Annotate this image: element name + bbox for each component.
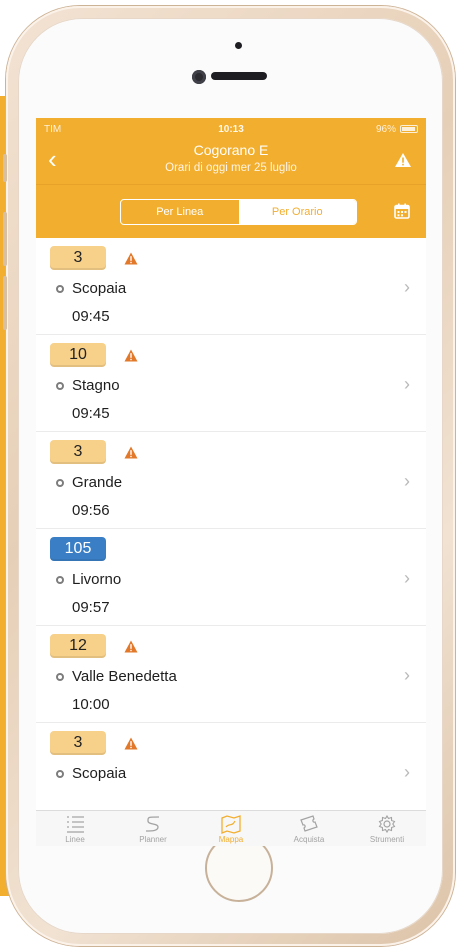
warning-icon [124,446,138,459]
tab-mappa[interactable]: Mappa [192,811,270,846]
departure-row[interactable]: 12 Valle Benedetta 10:00 › [36,626,426,723]
warning-icon[interactable] [394,152,412,168]
earpiece-speaker [211,72,267,80]
mute-switch [3,154,7,182]
status-bar: TIM 10:13 96% [36,118,426,140]
tab-acquista[interactable]: Acquista [270,811,348,846]
front-camera [192,70,206,84]
departure-time: 10:00 [72,696,110,713]
proximity-sensor [235,42,242,49]
line-badge: 10 [50,343,106,367]
departure-row[interactable]: 10 Stagno 09:45 › [36,335,426,432]
tab-label: Strumenti [369,834,405,844]
tab-strumenti[interactable]: Strumenti [348,811,426,846]
destination-label: Scopaia [72,280,127,297]
departure-row[interactable]: 3 Scopaia 09:45 › [36,238,426,335]
stop-dot-icon [56,673,64,681]
view-mode-segmented-control: Per Linea Per Orario [120,199,357,225]
departure-time: 09:45 [72,405,110,422]
battery-percent: 96% [375,123,396,135]
warning-icon [124,737,138,750]
map-icon [221,814,241,834]
segment-per-orario[interactable]: Per Orario [238,200,356,224]
chevron-right-icon: › [404,374,410,394]
stop-dot-icon [56,285,64,293]
page-title: Cogorano E [193,142,269,158]
tab-bar: Linee Planner Mappa Acquista Strumenti [36,810,426,846]
departure-time: 09:57 [72,599,110,616]
chevron-right-icon: › [404,277,410,297]
warning-icon [124,349,138,362]
stop-dot-icon [56,382,64,390]
status-time: 10:13 [218,123,244,135]
chevron-right-icon: › [404,762,410,782]
destination-label: Scopaia [72,765,127,782]
calendar-icon[interactable] [394,203,410,219]
device-mockup: TIM 10:13 96% ‹ Cogorano E Orari di oggi… [0,0,461,952]
destination-label: Grande [72,474,123,491]
destination-label: Livorno [72,571,122,588]
departure-row[interactable]: 3 Grande 09:56 › [36,432,426,529]
segment-per-linea[interactable]: Per Linea [121,200,239,224]
chevron-right-icon: › [404,568,410,588]
stop-dot-icon [56,576,64,584]
departures-list: 3 Scopaia 09:45 › 10 Stagno 09:45 › 3 Grande 09:56… [36,238,426,810]
list-icon [67,815,84,833]
tab-label: Mappa [218,834,244,844]
departure-time: 09:45 [72,308,110,325]
line-badge: 3 [50,731,106,755]
volume-down-button [3,276,7,330]
gear-icon [378,814,396,833]
tab-linee[interactable]: Linee [36,811,114,846]
stop-dot-icon [56,479,64,487]
battery-icon [400,125,418,133]
ticket-icon [300,814,318,832]
line-badge: 12 [50,634,106,658]
line-badge: 3 [50,440,106,464]
app-screen: TIM 10:13 96% ‹ Cogorano E Orari di oggi… [36,118,426,846]
status-indicators: 96% [376,124,418,135]
warning-icon [124,640,138,653]
departure-time: 09:56 [72,502,110,519]
destination-label: Valle Benedetta [72,668,177,685]
page-subtitle: Orari di oggi mer 25 luglio [165,162,297,174]
chevron-right-icon: › [404,471,410,491]
tab-planner[interactable]: Planner [114,811,192,846]
chevron-right-icon: › [404,665,410,685]
tab-label: Acquista [293,834,325,844]
navigation-bar: ‹ Cogorano E Orari di oggi mer 25 luglio [36,140,426,184]
line-badge: 3 [50,246,106,270]
stop-dot-icon [56,770,64,778]
departure-row[interactable]: 105 Livorno 09:57 › [36,529,426,626]
warning-icon [124,252,138,265]
tab-label: Linee [65,834,85,844]
volume-up-button [3,212,7,266]
departure-row[interactable]: 3 Scopaia › [36,723,426,810]
view-mode-bar: Per Linea Per Orario [36,184,426,238]
tab-label: Planner [139,834,167,844]
destination-label: Stagno [72,377,120,394]
line-badge: 105 [50,537,106,561]
route-icon [145,815,160,832]
